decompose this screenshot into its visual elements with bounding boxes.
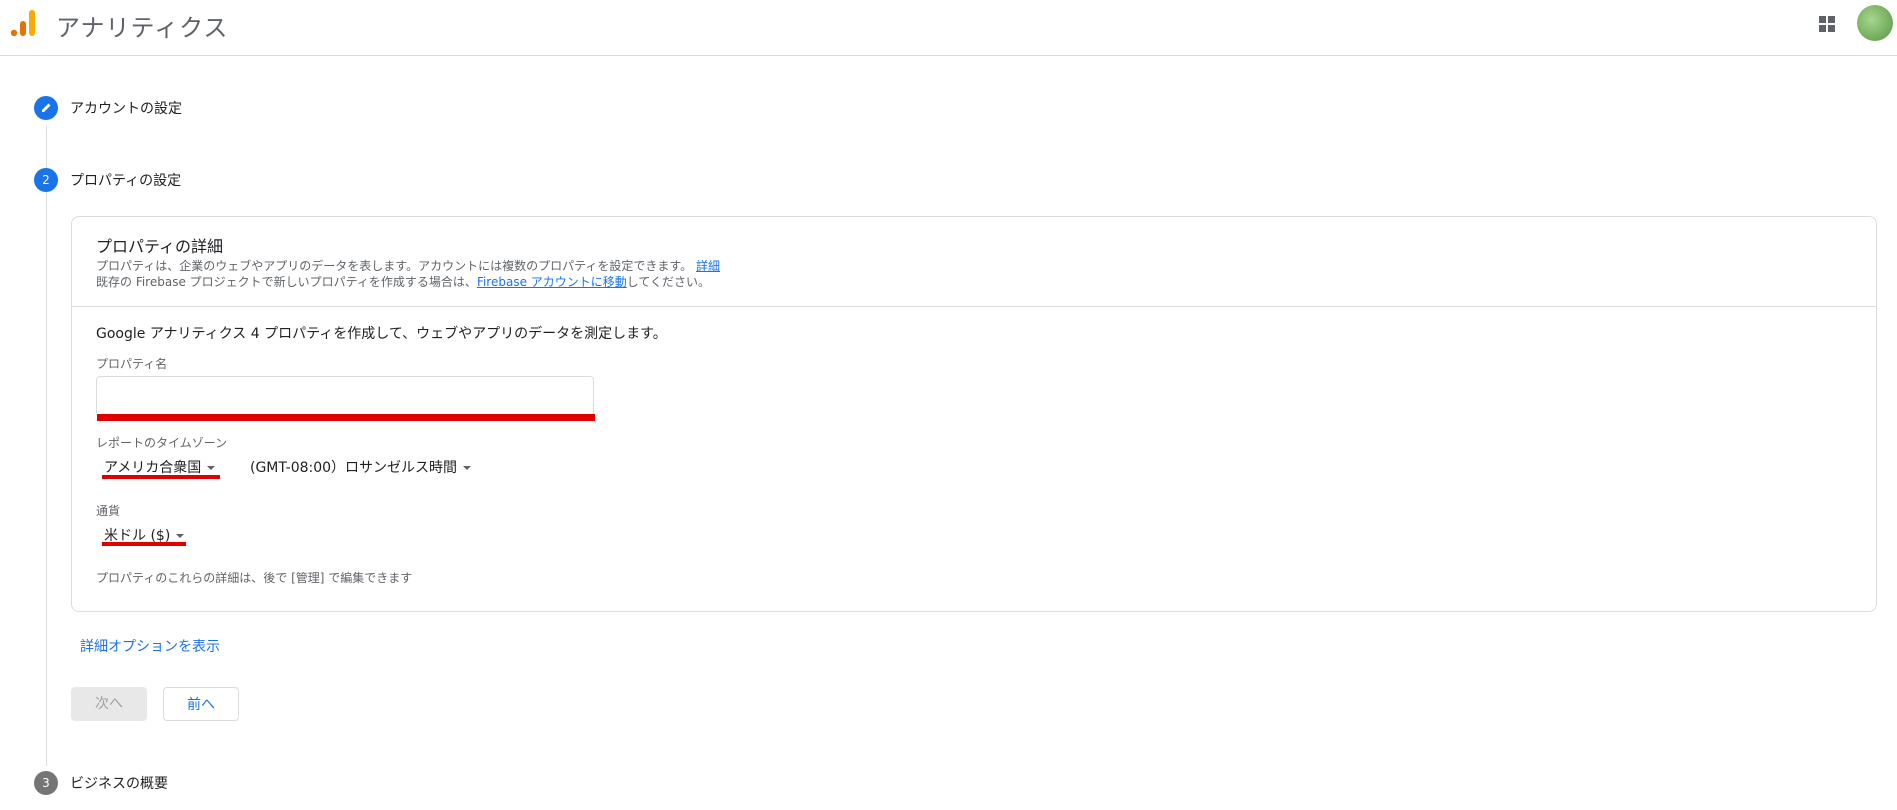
chevron-down-icon	[207, 466, 216, 470]
back-button[interactable]: 前へ	[163, 687, 239, 721]
timezone-country-value: アメリカ合衆国	[104, 460, 202, 476]
firebase-suffix-text: してください。	[626, 275, 711, 289]
user-avatar[interactable]	[1857, 5, 1893, 41]
property-details-card: プロパティの詳細 プロパティは、企業のウェブやアプリのデータを表します。アカウン…	[71, 216, 1877, 612]
stepper-line	[46, 126, 47, 766]
analytics-logo-icon[interactable]	[10, 8, 38, 38]
step-2-circle: 2	[34, 168, 58, 192]
step-3-circle: 3	[34, 771, 58, 795]
step-1-circle[interactable]	[34, 96, 58, 120]
ga4-intro-text: Google アナリティクス 4 プロパティを作成して、ウェブやアプリのデータを…	[96, 326, 667, 342]
property-description-text: プロパティは、企業のウェブやアプリのデータを表します。アカウントには複数のプロパ…	[96, 259, 693, 273]
chevron-down-icon	[176, 534, 185, 538]
timezone-dropdown[interactable]: (GMT-08:00）ロサンゼルス時間	[250, 457, 472, 477]
next-button[interactable]: 次へ	[71, 687, 147, 721]
firebase-account-link[interactable]: Firebase アカウントに移動	[477, 275, 627, 289]
currency-highlight	[102, 542, 186, 546]
property-name-highlight	[97, 414, 595, 421]
learn-more-link[interactable]: 詳細	[696, 259, 720, 273]
property-name-input[interactable]	[96, 376, 594, 414]
app-title: アナリティクス	[56, 14, 229, 42]
timezone-label: レポートのタイムゾーン	[96, 436, 228, 450]
timezone-country-dropdown[interactable]: アメリカ合衆国	[104, 457, 216, 477]
step-2-label: プロパティの設定	[70, 173, 182, 189]
timezone-value: (GMT-08:00）ロサンゼルス時間	[250, 460, 458, 476]
property-description-line1: プロパティは、企業のウェブやアプリのデータを表します。アカウントには複数のプロパ…	[96, 257, 720, 274]
apps-grid-icon[interactable]	[1818, 15, 1836, 33]
top-app-bar: アナリティクス	[0, 0, 1897, 56]
property-details-header: プロパティの詳細 プロパティは、企業のウェブやアプリのデータを表します。アカウン…	[72, 217, 1876, 307]
timezone-country-highlight	[102, 475, 220, 479]
pencil-icon	[42, 103, 51, 112]
property-name-label: プロパティ名	[96, 357, 168, 371]
show-advanced-options-link[interactable]: 詳細オプションを表示	[80, 636, 220, 656]
edit-later-note: プロパティのこれらの詳細は、後で [管理] で編集できます	[96, 571, 413, 585]
property-details-title: プロパティの詳細	[96, 237, 224, 256]
step-3-label: ビジネスの概要	[70, 776, 168, 792]
step-1-label[interactable]: アカウントの設定	[70, 98, 182, 118]
property-description-line2: 既存の Firebase プロジェクトで新しいプロパティを作成する場合は、Fir…	[96, 273, 710, 290]
chevron-down-icon	[463, 466, 472, 470]
currency-label: 通貨	[96, 504, 121, 518]
firebase-prefix-text: 既存の Firebase プロジェクトで新しいプロパティを作成する場合は、	[96, 275, 477, 289]
